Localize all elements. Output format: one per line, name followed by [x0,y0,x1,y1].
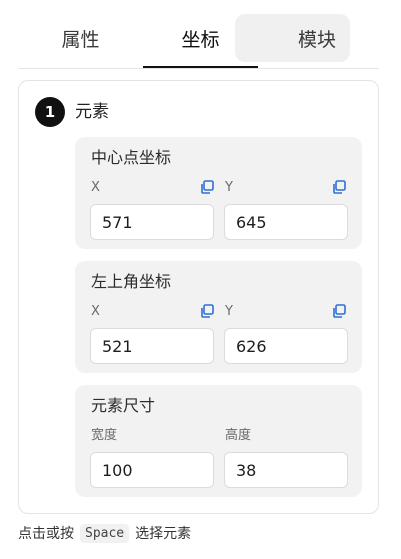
top-left-y-field[interactable]: 626 [224,328,348,364]
top-left-group: 左上角坐标 X Y 521 626 [75,261,362,373]
y-label: Y [225,304,233,319]
group-title: 元素尺寸 [91,396,156,415]
x-label: X [91,304,100,319]
space-key-badge: Space [80,523,130,543]
height-label: 高度 [225,428,252,443]
top-left-x-field[interactable]: 521 [90,328,214,364]
tab-properties[interactable]: 属性 [18,14,143,62]
hint-prefix: 点击或按 [18,526,74,542]
width-field[interactable]: 100 [90,452,214,488]
copy-icon[interactable] [331,179,347,195]
x-label: X [91,180,100,195]
y-label: Y [225,180,233,195]
center-point-group: 中心点坐标 X Y 571 645 [75,137,362,249]
selection-hint: 点击或按 Space 选择元素 [18,520,191,546]
step-title: 元素 [75,102,109,122]
hint-suffix: 选择元素 [135,526,192,542]
step-badge: 1 [35,97,65,127]
element-panel: 1 元素 中心点坐标 X Y 571 645 左上角坐标 X Y 521 626 [18,80,379,514]
tab-bar: 属性 模块 坐标 [18,14,379,70]
tab-divider [18,68,379,69]
copy-icon[interactable] [199,179,215,195]
group-title: 左上角坐标 [91,272,172,291]
tab-coordinates[interactable]: 坐标 [143,14,258,62]
center-y-field[interactable]: 645 [224,204,348,240]
group-title: 中心点坐标 [91,148,172,167]
tab-label: 属性 [61,28,100,51]
tab-label: 模块 [297,28,336,51]
center-x-field[interactable]: 571 [90,204,214,240]
height-field[interactable]: 38 [224,452,348,488]
tab-label: 坐标 [181,28,220,51]
width-label: 宽度 [91,428,118,443]
element-size-group: 元素尺寸 宽度 高度 100 38 [75,385,362,497]
copy-icon[interactable] [331,303,347,319]
copy-icon[interactable] [199,303,215,319]
